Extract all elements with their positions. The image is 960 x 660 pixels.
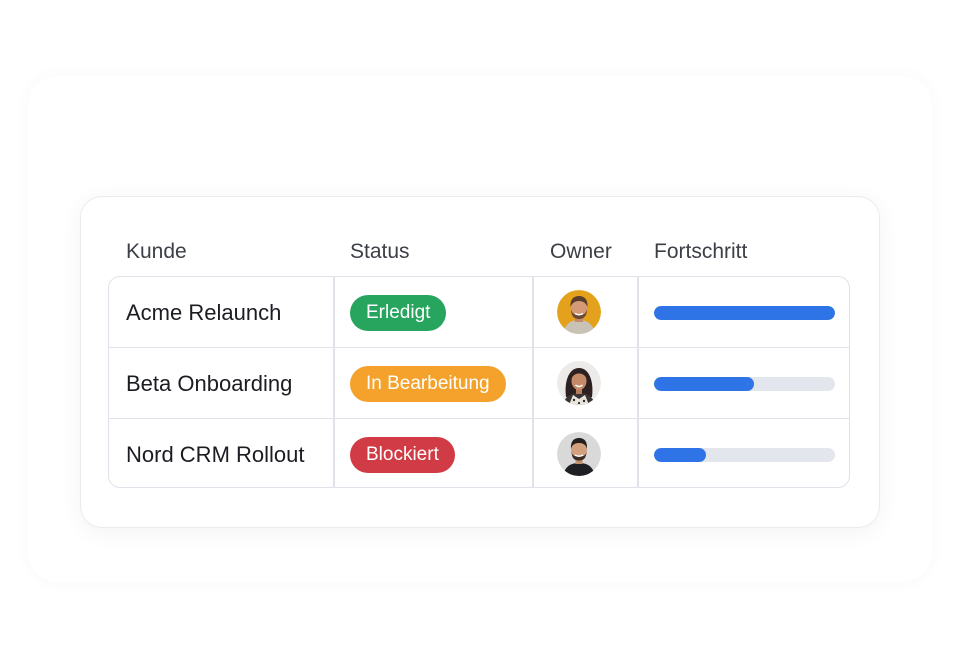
man-with-dark-hair-avatar[interactable] — [557, 432, 601, 476]
status-badge: Blockiert — [350, 437, 455, 473]
column-header-customer[interactable]: Kunde — [126, 236, 187, 268]
progress-fill — [654, 306, 835, 320]
man-with-beard-avatar[interactable] — [557, 290, 601, 334]
woman-with-curly-hair-avatar[interactable] — [557, 361, 601, 405]
progress-bar — [654, 377, 835, 391]
status-badge: In Bearbeitung — [350, 366, 506, 402]
column-header-owner[interactable]: Owner — [550, 236, 612, 268]
progress-bar — [654, 448, 835, 462]
progress-fill — [654, 377, 754, 391]
progress-fill — [654, 448, 707, 462]
column-header-progress[interactable]: Fortschritt — [654, 236, 747, 268]
progress-bar — [654, 306, 835, 320]
customer-name: Beta Onboarding — [126, 371, 293, 396]
table-row[interactable]: Beta Onboarding In Bearbeitung — [109, 348, 849, 419]
status-badge: Erledigt — [350, 295, 447, 331]
table-header: Kunde Status Owner Fortschritt — [0, 236, 960, 268]
customer-name: Acme Relaunch — [126, 300, 282, 325]
table-row[interactable]: Acme Relaunch Erledigt — [109, 277, 849, 348]
stage: Kunde Status Owner Fortschritt Acme Rela… — [0, 0, 960, 660]
customer-name: Nord CRM Rollout — [126, 442, 305, 467]
column-header-status[interactable]: Status — [350, 236, 410, 268]
table-row[interactable]: Nord CRM Rollout Blockiert — [109, 419, 849, 487]
project-table: Acme Relaunch Erledigt Beta Onboarding I… — [108, 276, 850, 488]
